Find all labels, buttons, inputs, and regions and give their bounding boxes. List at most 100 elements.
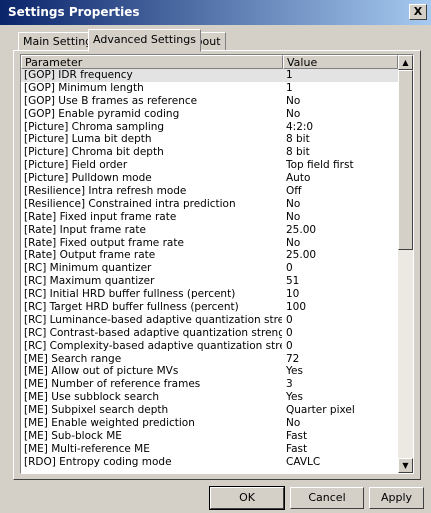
table-row[interactable]: [ME] Multi-reference ME Fast: [21, 443, 398, 456]
value-cell[interactable]: No: [286, 237, 396, 250]
table-row[interactable]: [ME] Search range 72: [21, 353, 398, 366]
table-row[interactable]: [RDO] Entropy coding mode CAVLC: [21, 456, 398, 469]
parameter-cell: [Picture] Chroma bit depth: [24, 146, 164, 159]
parameter-cell: [ME] Number of reference frames: [24, 378, 201, 391]
value-cell[interactable]: 8 bit: [286, 146, 396, 159]
table-row[interactable]: [Rate] Fixed input frame rate No: [21, 211, 398, 224]
value-cell[interactable]: Auto: [286, 172, 396, 185]
value-cell[interactable]: 10: [286, 288, 396, 301]
advanced-settings-panel: Parameter Value [GOP] IDR frequency 1 [GOP…: [13, 50, 421, 480]
parameter-cell: [RC] Initial HRD buffer fullness (percen…: [24, 288, 236, 301]
cancel-button[interactable]: Cancel: [290, 487, 364, 509]
value-cell[interactable]: 72: [286, 353, 396, 366]
table-row[interactable]: [ME] Enable weighted prediction No: [21, 417, 398, 430]
value-cell[interactable]: Fast: [286, 430, 396, 443]
value-cell[interactable]: 3: [286, 378, 396, 391]
parameter-cell: [Picture] Chroma sampling: [24, 120, 165, 133]
value-cell[interactable]: No: [286, 417, 396, 430]
value-cell[interactable]: 51: [286, 275, 396, 288]
value-cell[interactable]: 0: [286, 262, 396, 275]
value-cell[interactable]: Fast: [286, 443, 396, 456]
value-cell[interactable]: No: [286, 198, 396, 211]
table-row[interactable]: [Picture] Field order Top field first: [21, 159, 398, 172]
parameter-cell: [RC] Target HRD buffer fullness (percent…: [24, 301, 239, 314]
arrow-up-icon[interactable]: ▲: [398, 55, 413, 70]
table-row[interactable]: [GOP] Use B frames as reference No: [21, 95, 398, 108]
arrow-down-icon[interactable]: ▼: [398, 458, 413, 473]
table-row[interactable]: [GOP] IDR frequency 1: [21, 69, 398, 82]
parameter-cell: [GOP] Enable pyramid coding: [24, 107, 180, 120]
parameter-cell: [RC] Minimum quantizer: [24, 262, 152, 275]
table-row[interactable]: [RC] Minimum quantizer 0: [21, 262, 398, 275]
value-cell[interactable]: 0: [286, 314, 396, 327]
table-row[interactable]: [GOP] Enable pyramid coding No: [21, 108, 398, 121]
parameter-cell: [GOP] IDR frequency: [24, 69, 133, 81]
parameter-cell: [ME] Subpixel search depth: [24, 404, 169, 417]
table-row[interactable]: [Rate] Input frame rate 25.00: [21, 224, 398, 237]
value-cell[interactable]: Yes: [286, 365, 396, 378]
window-title: Settings Properties: [8, 5, 140, 19]
value-cell[interactable]: 8 bit: [286, 133, 396, 146]
value-cell[interactable]: 4:2:0: [286, 121, 396, 134]
value-cell[interactable]: Quarter pixel: [286, 404, 396, 417]
value-cell[interactable]: No: [286, 211, 396, 224]
apply-button[interactable]: Apply: [369, 487, 424, 509]
value-cell[interactable]: 25.00: [286, 224, 396, 237]
value-cell[interactable]: 0: [286, 340, 396, 353]
parameter-cell: [RC] Complexity-based adaptive quantizat…: [24, 339, 282, 352]
value-cell[interactable]: Top field first: [286, 159, 396, 172]
table-row[interactable]: [ME] Number of reference frames 3: [21, 378, 398, 391]
parameter-cell: [ME] Use subblock search: [24, 391, 160, 404]
parameter-cell: [Rate] Input frame rate: [24, 223, 146, 236]
parameter-cell: [ME] Sub-block ME: [24, 429, 122, 442]
table-row[interactable]: [RC] Luminance-based adaptive quantizati…: [21, 314, 398, 327]
table-row[interactable]: [ME] Subpixel search depth Quarter pixel: [21, 404, 398, 417]
value-cell[interactable]: Off: [286, 185, 396, 198]
value-cell[interactable]: CAVLC: [286, 456, 396, 469]
value-cell[interactable]: 1: [286, 82, 396, 95]
table-row[interactable]: [RC] Target HRD buffer fullness (percent…: [21, 301, 398, 314]
table-row[interactable]: [ME] Allow out of picture MVs Yes: [21, 365, 398, 378]
table-row[interactable]: [GOP] Minimum length 1: [21, 82, 398, 95]
tab-advanced-settings[interactable]: Advanced Settings: [88, 29, 201, 52]
parameter-cell: [Resilience] Intra refresh mode: [24, 185, 187, 198]
table-row[interactable]: [Picture] Luma bit depth 8 bit: [21, 133, 398, 146]
parameter-cell: [RC] Maximum quantizer: [24, 275, 155, 288]
settings-grid: Parameter Value [GOP] IDR frequency 1 [GOP…: [20, 54, 414, 474]
parameter-cell: [Resilience] Constrained intra predictio…: [24, 197, 236, 210]
table-row[interactable]: [Picture] Chroma bit depth 8 bit: [21, 146, 398, 159]
value-cell[interactable]: No: [286, 108, 396, 121]
parameter-cell: [Picture] Pulldown mode: [24, 172, 152, 185]
table-row[interactable]: [ME] Sub-block ME Fast: [21, 430, 398, 443]
table-row[interactable]: [RC] Complexity-based adaptive quantizat…: [21, 340, 398, 353]
table-row[interactable]: [Picture] Chroma sampling 4:2:0: [21, 121, 398, 134]
table-row[interactable]: [RC] Contrast-based adaptive quantizatio…: [21, 327, 398, 340]
parameter-cell: [RC] Contrast-based adaptive quantizatio…: [24, 326, 282, 339]
table-row[interactable]: [Resilience] Intra refresh mode Off: [21, 185, 398, 198]
parameter-cell: [Rate] Fixed output frame rate: [24, 236, 184, 249]
table-row[interactable]: [Rate] Output frame rate 25.00: [21, 249, 398, 262]
parameter-cell: [RC] Luminance-based adaptive quantizati…: [24, 313, 282, 326]
table-row[interactable]: [RC] Initial HRD buffer fullness (percen…: [21, 288, 398, 301]
column-header-value[interactable]: Value: [283, 55, 398, 69]
value-cell[interactable]: No: [286, 95, 396, 108]
scrollbar-thumb[interactable]: [398, 70, 413, 250]
table-row[interactable]: [Resilience] Constrained intra predictio…: [21, 198, 398, 211]
table-row[interactable]: [Rate] Fixed output frame rate No: [21, 237, 398, 250]
value-cell[interactable]: 100: [286, 301, 396, 314]
value-cell[interactable]: 25.00: [286, 249, 396, 262]
value-cell[interactable]: 1: [286, 69, 396, 82]
vertical-scrollbar[interactable]: ▲ ▼: [398, 55, 413, 473]
parameter-cell: [ME] Search range: [24, 352, 122, 365]
ok-button[interactable]: OK: [209, 486, 285, 510]
table-row[interactable]: [RC] Maximum quantizer 51: [21, 275, 398, 288]
parameter-cell: [ME] Allow out of picture MVs: [24, 365, 179, 378]
close-icon[interactable]: X: [409, 4, 427, 20]
value-cell[interactable]: 0: [286, 327, 396, 340]
column-header-parameter[interactable]: Parameter: [21, 55, 283, 69]
table-row[interactable]: [ME] Use subblock search Yes: [21, 391, 398, 404]
table-row[interactable]: [Picture] Pulldown mode Auto: [21, 172, 398, 185]
value-cell[interactable]: Yes: [286, 391, 396, 404]
parameter-cell: [ME] Enable weighted prediction: [24, 417, 195, 430]
parameter-cell: [GOP] Minimum length: [24, 81, 144, 94]
